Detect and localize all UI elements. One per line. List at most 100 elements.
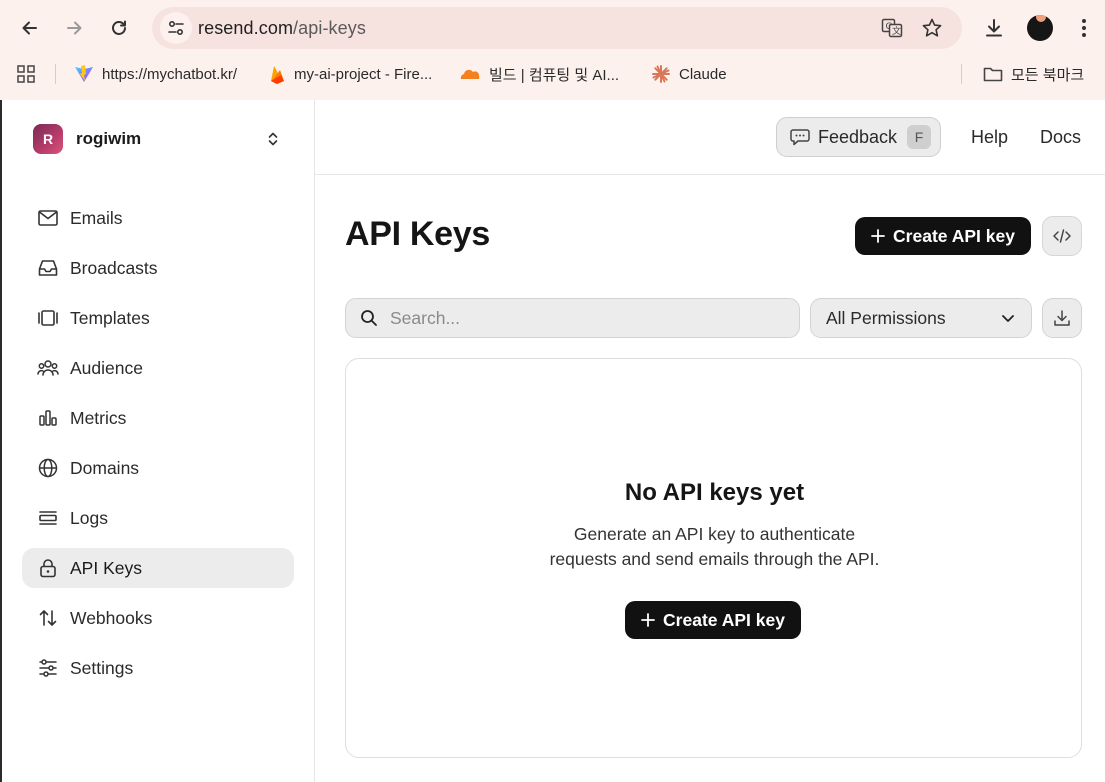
firebase-logo-icon: [271, 66, 284, 84]
address-bar[interactable]: resend.com/api-keys G文: [152, 7, 962, 49]
bookmarks-bar: https://mychatbot.kr/ my-ai-project - Fi…: [0, 56, 1105, 92]
empty-state-title: No API keys yet: [624, 479, 805, 506]
bookmark-item[interactable]: my-ai-project - Fire...: [268, 62, 432, 86]
sidebar-item-label: Settings: [70, 657, 134, 678]
sidebar-item-label: Domains: [70, 457, 140, 478]
bookmark-star-button[interactable]: [920, 16, 944, 40]
bookmark-label: https://mychatbot.kr/: [102, 65, 238, 83]
sidebar-item-broadcasts[interactable]: Broadcasts: [22, 248, 294, 288]
feedback-label: Feedback: [818, 126, 898, 147]
search-field[interactable]: [345, 298, 800, 338]
kebab-menu-icon: [1082, 19, 1086, 37]
apps-button[interactable]: [16, 62, 36, 86]
cloudflare-logo-icon: [460, 69, 480, 79]
sidebar-item-audience[interactable]: Audience: [22, 348, 294, 388]
browser-chrome: resend.com/api-keys G文 https://mychatbot…: [0, 0, 1105, 100]
export-button[interactable]: [1042, 298, 1082, 338]
translate-button[interactable]: G文: [880, 16, 904, 40]
empty-state-create-label: Create API key: [663, 609, 785, 630]
sidebar-item-metrics[interactable]: Metrics: [22, 398, 294, 438]
sidebar-item-domains[interactable]: Domains: [22, 448, 294, 488]
sidebar-item-label: Templates: [70, 307, 150, 328]
sidebar-item-templates[interactable]: Templates: [22, 298, 294, 338]
bookmarks-divider: [55, 64, 56, 84]
folder-icon: [983, 67, 1003, 82]
team-name: rogiwim: [76, 129, 142, 148]
arrows-updown-icon: [37, 607, 59, 629]
plus-icon: [871, 229, 885, 243]
search-input[interactable]: [390, 307, 770, 329]
create-api-key-label: Create API key: [893, 225, 1015, 246]
feedback-shortcut-badge: F: [907, 125, 932, 149]
chevron-down-icon: [1002, 315, 1014, 322]
empty-state-panel: No API keys yet Generate an API key to a…: [345, 358, 1082, 758]
arrow-left-icon: [22, 21, 37, 35]
empty-state-description-line: Generate an API key to authenticate: [573, 524, 856, 544]
browser-menu-button[interactable]: [1068, 12, 1100, 44]
url-text: resend.com/api-keys: [198, 18, 366, 39]
permissions-select[interactable]: All Permissions: [810, 298, 1032, 338]
sidebar-item-logs[interactable]: Logs: [22, 498, 294, 538]
star-icon: [922, 18, 942, 37]
translate-icon: G文: [881, 18, 903, 38]
empty-state-create-button[interactable]: Create API key: [625, 601, 801, 639]
help-link[interactable]: Help: [971, 127, 1008, 148]
team-switcher[interactable]: R rogiwim: [33, 124, 141, 154]
code-snippet-button[interactable]: [1042, 216, 1082, 256]
sidebar-item-api-keys[interactable]: API Keys: [22, 548, 294, 588]
reload-icon: [112, 20, 126, 35]
empty-state-description-line: requests and send emails through the API…: [549, 549, 880, 569]
users-icon: [37, 357, 59, 379]
permissions-select-value: All Permissions: [826, 307, 946, 328]
browser-toolbar: resend.com/api-keys G文: [0, 0, 1105, 56]
sidebar-item-label: Emails: [70, 207, 123, 228]
vite-logo-icon: [75, 65, 93, 82]
bookmark-item[interactable]: Claude: [651, 62, 727, 86]
lock-icon: [37, 557, 59, 579]
bookmark-label: Claude: [679, 65, 727, 83]
bookmark-label: 빌드 | 컴퓨팅 및 AI...: [489, 66, 620, 84]
site-info-button[interactable]: [160, 12, 192, 44]
url-path: /api-keys: [293, 18, 366, 38]
create-api-key-button[interactable]: Create API key: [855, 217, 1031, 255]
profile-avatar: [1027, 15, 1053, 41]
svg-text:文: 文: [892, 25, 901, 37]
chevron-updown-icon: [268, 132, 278, 146]
profile-button[interactable]: [1024, 12, 1056, 44]
sidebar-item-label: API Keys: [70, 557, 142, 578]
team-avatar: R: [33, 124, 63, 154]
globe-icon: [37, 457, 59, 479]
bar-chart-icon: [37, 407, 59, 429]
logs-icon: [37, 507, 59, 529]
url-domain: resend.com: [198, 18, 294, 38]
sidebar-item-settings[interactable]: Settings: [22, 648, 294, 688]
all-bookmarks-button[interactable]: 모든 북마크: [983, 62, 1084, 86]
bookmark-item[interactable]: 빌드 | 컴퓨팅 및 AI...: [459, 62, 619, 86]
reload-button[interactable]: [103, 12, 135, 44]
docs-link[interactable]: Docs: [1040, 127, 1081, 148]
bookmark-item[interactable]: https://mychatbot.kr/: [74, 62, 237, 86]
search-icon: [361, 310, 377, 326]
empty-state-description: Generate an API key to authenticate requ…: [346, 522, 1083, 572]
plus-icon: [641, 613, 655, 627]
all-bookmarks-label: 모든 북마크: [1011, 66, 1085, 84]
team-switch-toggle[interactable]: [264, 129, 282, 149]
download-icon: [986, 19, 1002, 37]
forward-button[interactable]: [58, 12, 90, 44]
sidebar-item-label: Webhooks: [70, 607, 153, 628]
downloads-button[interactable]: [978, 12, 1010, 44]
bookmark-label: my-ai-project - Fire...: [294, 65, 433, 83]
sidebar-item-label: Metrics: [70, 407, 127, 428]
sidebar-item-webhooks[interactable]: Webhooks: [22, 598, 294, 638]
sidebar-item-emails[interactable]: Emails: [22, 198, 294, 238]
back-button[interactable]: [14, 12, 46, 44]
download-icon: [1054, 310, 1070, 326]
window-edge: [0, 100, 2, 782]
inbox-icon: [37, 257, 59, 279]
sidebar-item-label: Broadcasts: [70, 257, 158, 278]
mail-icon: [37, 207, 59, 229]
feedback-button[interactable]: Feedback F: [776, 117, 941, 157]
templates-icon: [37, 307, 59, 329]
bookmarks-divider: [961, 64, 962, 84]
chat-bubble-icon: [790, 129, 810, 146]
